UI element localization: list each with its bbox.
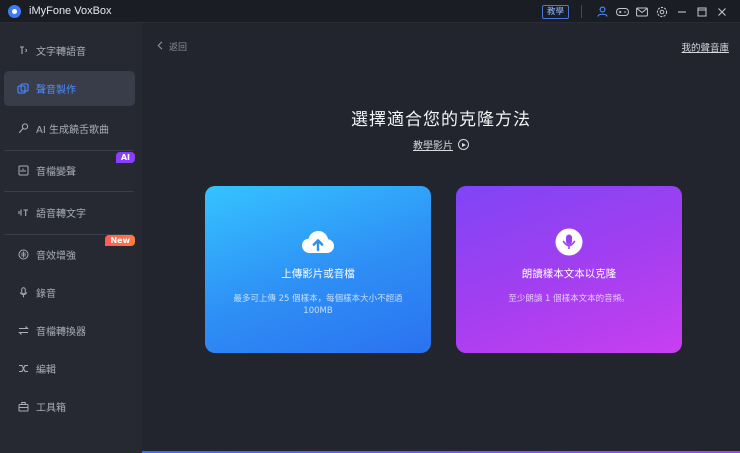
my-voice-library-link[interactable]: 我的聲音庫 [681,40,729,54]
read-sample-card[interactable]: 朗讀樣本文本以克隆 至少朗讀 1 個樣本文本的音頻。 [456,186,682,353]
sidebar-item-label: 音效增強 [36,251,76,262]
back-label: 返回 [169,43,188,53]
tutorial-button[interactable]: 教學 [541,4,569,19]
gamepad-icon[interactable] [612,0,632,23]
voice-changer-icon [17,165,29,177]
sidebar-item-label: 語音轉文字 [36,209,86,220]
voice-clone-icon [17,82,29,95]
audio-enhance-icon [17,249,29,261]
minimize-icon[interactable] [672,0,692,23]
app-title: iMyFone VoxBox [29,5,112,17]
sidebar-item-converter[interactable]: 音檔轉換器 [4,313,135,348]
sidebar-item-label: 編輯 [36,365,56,376]
sidebar-item-label: 音檔變聲 [36,167,76,178]
upload-sample-card[interactable]: 上傳影片或音檔 最多可上傳 25 個樣本，每個樣本大小不超過 100MB [205,186,431,353]
settings-icon[interactable] [652,0,672,23]
sidebar-item-text-to-speech[interactable]: 文字轉語音 [4,33,135,68]
play-icon [458,139,469,150]
user-icon[interactable] [592,0,612,23]
sidebar-item-label: 工具箱 [36,403,66,414]
sidebar-item-ai-rap[interactable]: AI 生成饒舌歌曲 [4,111,135,146]
sidebar-item-edit[interactable]: 編輯 [4,351,135,386]
sidebar-item-label: 聲音製作 [36,85,76,96]
sidebar-item-label: 音檔轉換器 [36,327,86,338]
mail-icon[interactable] [632,0,652,23]
new-badge: New [105,235,135,246]
edit-icon [17,363,29,375]
sidebar-item-record[interactable]: 錄音 [4,275,135,310]
ai-badge: AI [115,152,135,163]
main-content: 返回 我的聲音庫 選擇適合您的克隆方法 教學影片 上傳影片或音檔 最多可上傳 2… [142,23,740,453]
sidebar-divider [4,150,133,151]
tutorial-video-label: 教學影片 [413,141,453,152]
read-card-description: 至少朗讀 1 個樣本文本的音頻。 [508,294,630,304]
sidebar-divider [4,191,133,192]
title-bar: iMyFone VoxBox 教學 [0,0,740,23]
microphone-icon [555,227,583,257]
close-icon[interactable] [712,0,732,23]
speech-to-text-icon [17,207,29,219]
upload-card-description: 最多可上傳 25 個樣本，每個樣本大小不超過 100MB [233,294,403,316]
back-button[interactable]: 返回 [157,40,187,53]
title-bar-controls: 教學 [541,0,732,23]
read-card-title: 朗讀樣本文本以克隆 [521,268,617,280]
toolbox-icon [17,401,29,413]
convert-icon [17,325,29,337]
sidebar-item-voice-clone[interactable]: 聲音製作 [4,71,135,106]
tutorial-video-link[interactable]: 教學影片 [142,137,740,152]
app-logo-icon [8,4,21,18]
sidebar-item-label: 文字轉語音 [36,47,86,58]
sidebar-item-label: AI 生成饒舌歌曲 [36,125,109,136]
sidebar-item-speech-to-text[interactable]: 語音轉文字 [4,195,135,230]
chevron-left-icon [157,40,163,53]
upload-card-title: 上傳影片或音檔 [281,268,355,280]
cloud-upload-icon [301,227,335,257]
ai-rap-icon [17,123,29,135]
sidebar: 文字轉語音 聲音製作 AI 生成饒舌歌曲 音檔變聲 AI 語音轉文字 音效增強 … [0,23,142,453]
text-to-speech-icon [17,45,29,57]
microphone-icon [17,287,29,299]
page-title: 選擇適合您的克隆方法 [351,110,531,130]
sidebar-item-toolbox[interactable]: 工具箱 [4,389,135,424]
maximize-icon[interactable] [692,0,712,23]
title-bar-divider [581,5,582,18]
sidebar-item-label: 錄音 [36,289,56,300]
